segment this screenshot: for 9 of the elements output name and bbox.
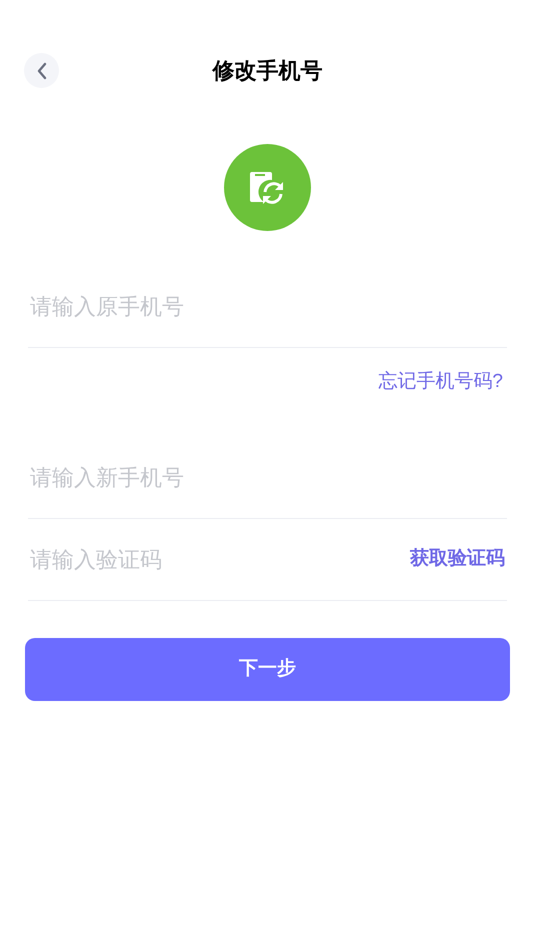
back-button[interactable] bbox=[24, 53, 59, 88]
input-field[interactable]: 请输入验证码 bbox=[28, 542, 410, 576]
get-code-button[interactable]: 获取验证码 bbox=[410, 544, 507, 574]
next-button[interactable]: 下一步 bbox=[25, 638, 510, 700]
input-field[interactable]: 请输入新手机号 bbox=[28, 460, 507, 494]
back-icon bbox=[36, 62, 48, 80]
input-field[interactable]: 请输入原手机号 bbox=[28, 290, 507, 323]
page-title: 修改手机号 bbox=[212, 56, 322, 84]
forgot-phone-link[interactable]: 忘记手机号码? bbox=[378, 368, 507, 396]
